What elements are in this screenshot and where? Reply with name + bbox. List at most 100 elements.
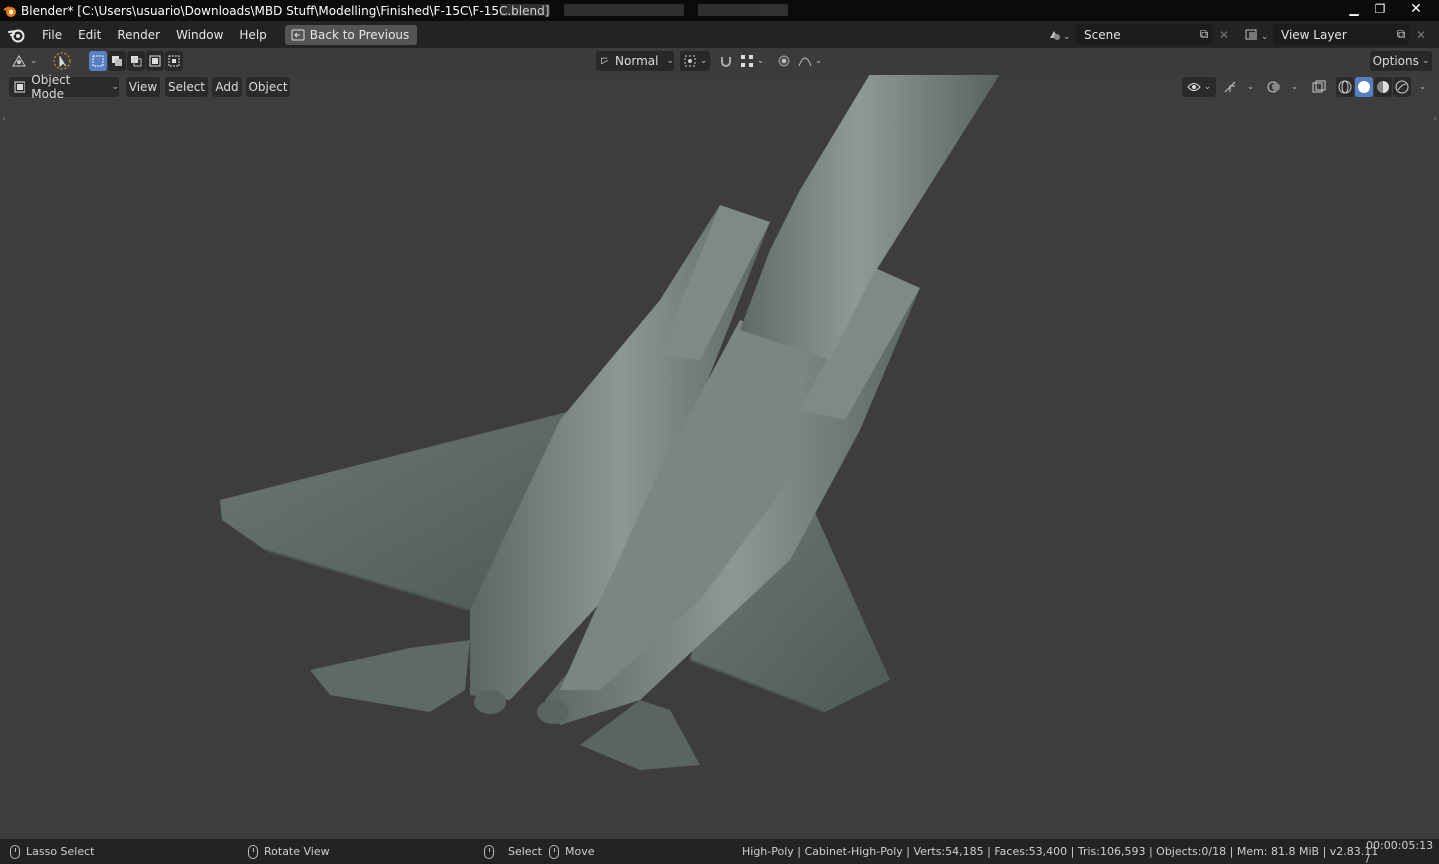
stats-text: High-Poly | Cabinet-High-Poly | Verts:54… bbox=[742, 845, 1379, 858]
blender-app-icon bbox=[3, 5, 16, 17]
new-view-layer-icon[interactable]: ⧉ bbox=[1392, 24, 1410, 45]
object-mode-dropdown[interactable]: Object Mode ⌄ bbox=[9, 73, 119, 101]
status-rotate-label: Rotate View bbox=[264, 845, 330, 858]
new-scene-icon[interactable]: ⧉ bbox=[1195, 24, 1213, 45]
status-select-hint: Select bbox=[484, 844, 542, 859]
menu-file[interactable]: File bbox=[34, 25, 70, 45]
scene-statistics: High-Poly | Cabinet-High-Poly | Verts:54… bbox=[742, 845, 1378, 858]
mode-label: Object Mode bbox=[31, 73, 71, 101]
transform-orientation-dropdown[interactable]: Normal ⌄ bbox=[596, 51, 674, 71]
eye-icon bbox=[1187, 83, 1201, 91]
mouse-left-click-icon bbox=[484, 844, 494, 859]
status-lasso-label: Lasso Select bbox=[26, 845, 95, 858]
time-text: 00:00:05:13 / bbox=[1366, 838, 1434, 864]
scene-name-field[interactable]: Scene bbox=[1076, 24, 1212, 45]
menu-help[interactable]: Help bbox=[231, 25, 274, 45]
status-move-label: Move bbox=[565, 845, 595, 858]
svg-text:⌄: ⌄ bbox=[1261, 32, 1269, 42]
blender-logo-icon[interactable] bbox=[6, 24, 28, 46]
status-move-hint: Move bbox=[549, 844, 595, 859]
viewport-header: Object Mode ⌄ View Select Add Object ⌄ ⌄ … bbox=[0, 73, 1439, 101]
tweak-tool-button[interactable] bbox=[49, 50, 75, 72]
wireframe-sphere-icon bbox=[1338, 80, 1352, 94]
menu-add[interactable]: Add bbox=[212, 77, 242, 97]
rendered-sphere-icon bbox=[1395, 80, 1409, 94]
overlays-toggle[interactable] bbox=[1264, 77, 1284, 97]
shading-solid[interactable] bbox=[1355, 77, 1373, 97]
solid-sphere-icon bbox=[1358, 81, 1370, 93]
visibility-dropdown[interactable]: ⌄ bbox=[1182, 77, 1216, 97]
select-intersect-icon bbox=[168, 55, 180, 67]
select-subtract-icon bbox=[131, 56, 142, 67]
cursor-select-icon bbox=[53, 52, 71, 70]
top-menu-bar: File Edit Render Window Help Back to Pre… bbox=[0, 21, 1439, 48]
select-mode-intersect[interactable] bbox=[165, 51, 183, 71]
f15-model-render bbox=[220, 74, 1000, 770]
window-titlebar: Blender* [C:\Users\usuario\Downloads\MBD… bbox=[0, 0, 1439, 21]
status-rotate-hint: Rotate View bbox=[248, 844, 330, 859]
snap-toggle[interactable] bbox=[716, 51, 736, 71]
shading-dropdown[interactable]: ⌄ bbox=[1413, 77, 1429, 97]
playback-time: 00:00:05:13 / bbox=[1366, 839, 1439, 864]
restore-button[interactable]: ❐ bbox=[1367, 0, 1393, 18]
pivot-point-dropdown[interactable]: ⌄ bbox=[680, 51, 710, 71]
status-bar: Lasso Select Rotate View Select Move Hig… bbox=[0, 839, 1439, 864]
menu-edit[interactable]: Edit bbox=[70, 25, 109, 45]
shading-wireframe[interactable] bbox=[1336, 77, 1354, 97]
close-button[interactable]: ✕ bbox=[1393, 0, 1439, 18]
minimize-button[interactable]: ▁ bbox=[1341, 0, 1367, 18]
menu-window[interactable]: Window bbox=[168, 25, 231, 45]
mouse-middle-icon bbox=[248, 844, 258, 859]
toolbar-expand-arrow[interactable]: › bbox=[2, 114, 6, 124]
back-to-previous-button[interactable]: Back to Previous bbox=[284, 24, 418, 45]
falloff-icon bbox=[798, 57, 812, 67]
shading-material[interactable] bbox=[1374, 77, 1392, 97]
3d-viewport[interactable]: › ‹ bbox=[0, 48, 1439, 839]
xray-toggle[interactable] bbox=[1309, 77, 1329, 97]
select-mode-invert[interactable] bbox=[146, 51, 164, 71]
select-mode-subtract[interactable] bbox=[127, 51, 145, 71]
menu-select[interactable]: Select bbox=[165, 77, 208, 97]
status-lasso-hint: Lasso Select bbox=[10, 844, 95, 859]
falloff-dropdown[interactable]: ⌄ bbox=[795, 51, 825, 71]
select-mode-new[interactable] bbox=[89, 51, 107, 71]
select-mode-extend[interactable] bbox=[108, 51, 126, 71]
scene-name: Scene bbox=[1084, 27, 1121, 42]
overlays-dropdown[interactable]: ⌄ bbox=[1285, 77, 1301, 97]
tool-header: ⌄ Normal ⌄ ⌄ ⌄ ⌄ Options ⌄ bbox=[0, 48, 1439, 75]
view-layer-field[interactable]: View Layer bbox=[1273, 24, 1409, 45]
editor-type-icon bbox=[11, 55, 26, 67]
gizmo-dropdown[interactable]: ⌄ bbox=[1241, 77, 1257, 97]
view-layer-selector-icon[interactable]: ⌄ bbox=[1242, 24, 1272, 45]
orientation-label: Normal bbox=[615, 54, 659, 68]
proportional-editing-toggle[interactable] bbox=[774, 51, 794, 71]
sidebar-expand-arrow[interactable]: ‹ bbox=[1433, 114, 1437, 124]
select-new-icon bbox=[92, 55, 104, 67]
menu-view[interactable]: View bbox=[126, 77, 160, 97]
pivot-icon bbox=[684, 55, 696, 67]
object-mode-icon bbox=[14, 81, 26, 93]
snap-target-dropdown[interactable]: ⌄ bbox=[737, 51, 767, 71]
select-invert-icon bbox=[149, 55, 161, 67]
proportional-icon bbox=[778, 55, 790, 67]
editor-type-selector[interactable]: ⌄ bbox=[8, 51, 40, 71]
status-select-label: Select bbox=[508, 845, 542, 858]
background-taskbar-ghost bbox=[500, 4, 788, 16]
scene-selector-icon[interactable]: ⌄ bbox=[1045, 24, 1073, 45]
view-layer-name: View Layer bbox=[1281, 27, 1347, 42]
gizmo-toggle[interactable] bbox=[1220, 77, 1240, 97]
menu-object[interactable]: Object bbox=[246, 77, 290, 97]
magnet-icon bbox=[721, 57, 731, 67]
mouse-right-icon bbox=[549, 844, 559, 859]
material-sphere-icon bbox=[1377, 81, 1389, 93]
orientation-icon bbox=[601, 57, 609, 65]
mouse-left-icon bbox=[10, 844, 20, 859]
gizmo-icon bbox=[1224, 81, 1236, 93]
back-screen-icon bbox=[291, 29, 305, 40]
menu-render[interactable]: Render bbox=[109, 25, 168, 45]
delete-view-layer-icon[interactable]: ✕ bbox=[1412, 24, 1430, 45]
svg-text:⌄: ⌄ bbox=[1063, 32, 1070, 42]
options-dropdown[interactable]: Options ⌄ bbox=[1370, 51, 1432, 71]
delete-scene-icon[interactable]: ✕ bbox=[1215, 24, 1233, 45]
shading-rendered[interactable] bbox=[1393, 77, 1411, 97]
